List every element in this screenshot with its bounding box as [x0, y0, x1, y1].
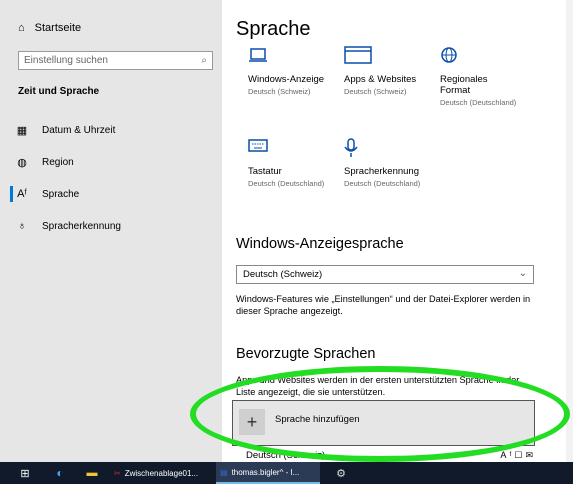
taskbar-edge[interactable]: ◐ [48, 462, 72, 484]
language-feature-icons: Aᶠ☐✉ [500, 450, 536, 460]
tile-title: Regionales Format [440, 74, 488, 96]
home-link[interactable]: ⌂ Startseite [18, 22, 81, 34]
preferred-languages-heading: Bevorzugte Sprachen [236, 346, 376, 362]
taskbar-settings[interactable]: ⚙ [326, 462, 356, 484]
page-title: Sprache [236, 18, 311, 40]
globe-icon [440, 46, 520, 68]
tile-apps-websites[interactable]: Apps & Websites Deutsch (Schweiz) [344, 46, 444, 96]
folder-icon: ▬ [86, 467, 98, 479]
keyboard-icon [248, 138, 348, 160]
taskbar: ⊞ ◐ ▬ ✂ Zwischenablage01... ▤ thomas.big… [0, 462, 573, 484]
tile-subtitle: Deutsch (Deutschland) [344, 179, 421, 188]
scrollbar[interactable] [566, 0, 573, 462]
display-language-value: Deutsch (Schweiz) [243, 269, 323, 280]
microphone-icon [344, 138, 444, 160]
tile-title: Tastatur [248, 166, 282, 177]
snip-icon: ✂ [114, 468, 121, 478]
sidebar-item-region[interactable]: ◍ Region [8, 154, 74, 170]
tile-windows-anzeige[interactable]: Windows-Anzeige Deutsch (Schweiz) [248, 46, 348, 96]
window-icon [344, 46, 444, 68]
sidebar-item-spracherkennung[interactable]: ♁ Spracherkennung [8, 218, 121, 234]
sidebar-item-label: Spracherkennung [42, 220, 121, 232]
tile-title: Spracherkennung [344, 166, 419, 177]
sidebar: ⌂ Startseite Einstellung suchen ⌕ Zeit u… [0, 0, 222, 462]
plus-icon: + [239, 409, 265, 435]
tile-regionales-format[interactable]: Regionales Format Deutsch (Deutschland) [440, 46, 520, 107]
tile-tastatur[interactable]: Tastatur Deutsch (Deutschland) [248, 138, 348, 188]
sidebar-item-label: Region [42, 156, 74, 168]
sidebar-item-label: Datum & Uhrzeit [42, 124, 116, 136]
calendar-clock-icon: ▦ [16, 124, 28, 137]
taskbar-label: Zwischenablage01... [124, 468, 199, 478]
display-language-heading: Windows-Anzeigesprache [236, 236, 404, 252]
sidebar-item-datum-uhrzeit[interactable]: ▦ Datum & Uhrzeit [8, 122, 116, 138]
language-label: Deutsch (Schweiz) [246, 450, 326, 461]
search-icon: ⌕ [201, 55, 207, 66]
home-label: Startseite [34, 22, 82, 34]
tile-subtitle: Deutsch (Deutschland) [248, 179, 325, 188]
search-input[interactable]: Einstellung suchen ⌕ [18, 51, 213, 70]
chevron-down-icon: ⌄ [518, 268, 527, 279]
main-content: Sprache Windows-Anzeige Deutsch (Schweiz… [222, 0, 573, 462]
microphone-icon: ♁ [17, 220, 27, 232]
tile-spracherkennung[interactable]: Spracherkennung Deutsch (Deutschland) [344, 138, 444, 188]
tile-title: Apps & Websites [344, 74, 417, 85]
tile-subtitle: Deutsch (Schweiz) [248, 87, 311, 96]
display-language-select[interactable]: Deutsch (Schweiz) ⌄ [236, 265, 534, 284]
browser-icon: ◐ [56, 466, 64, 480]
add-language-label: Sprache hinzufügen [275, 414, 360, 425]
home-icon: ⌂ [18, 22, 25, 34]
sidebar-item-sprache[interactable]: Aᶠ Sprache [8, 186, 79, 202]
document-icon: ▤ [220, 467, 228, 477]
display-language-description: Windows-Features wie „Einstellungen“ und… [236, 294, 531, 316]
taskbar-item-zwischenablage[interactable]: ✂ Zwischenablage01... [110, 462, 214, 484]
laptop-icon [248, 46, 348, 68]
globe-icon: ◍ [17, 156, 27, 169]
tile-subtitle: Deutsch (Deutschland) [440, 98, 517, 107]
taskbar-explorer[interactable]: ▬ [80, 462, 104, 484]
tile-subtitle: Deutsch (Schweiz) [344, 87, 407, 96]
windows-logo-icon: ⊞ [20, 467, 30, 480]
start-button[interactable]: ⊞ [10, 462, 40, 484]
sidebar-item-label: Sprache [42, 188, 80, 200]
add-language-button[interactable]: + Sprache hinzufügen [232, 400, 535, 446]
taskbar-label: thomas.bigler^ - I... [231, 467, 300, 477]
tile-title: Windows-Anzeige [248, 74, 325, 85]
preferred-languages-description: Apps und Websites werden in der ersten u… [236, 375, 520, 397]
gear-icon: ⚙ [336, 467, 346, 480]
section-title: Zeit und Sprache [18, 86, 100, 97]
language-list-item[interactable]: Deutsch (Schweiz) Aᶠ☐✉ [236, 450, 536, 461]
search-placeholder: Einstellung suchen [24, 55, 108, 66]
taskbar-item-document[interactable]: ▤ thomas.bigler^ - I... [216, 462, 320, 484]
language-icon: Aᶠ [17, 188, 27, 200]
